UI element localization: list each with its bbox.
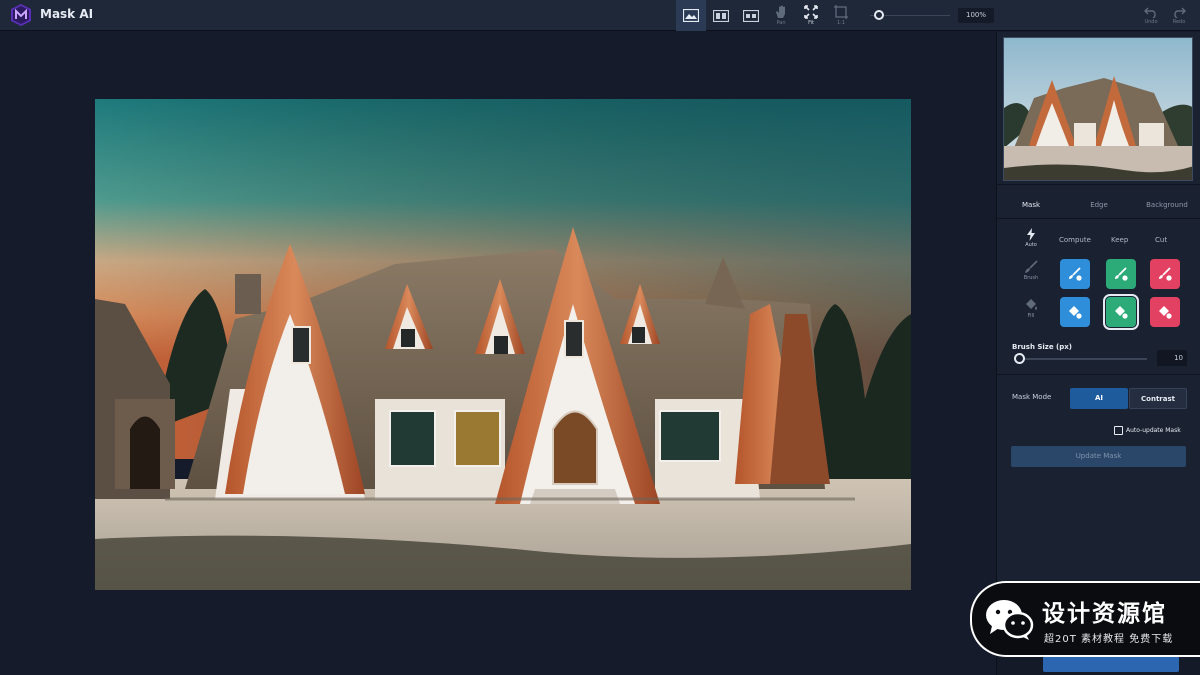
auto-lightning-icon — [1027, 228, 1035, 241]
cut-fill-icon — [1159, 306, 1172, 319]
cut-brush-icon — [1159, 267, 1172, 281]
redo-icon — [1174, 7, 1186, 18]
keep-brush-icon — [1115, 267, 1128, 281]
side-by-side-view-icon — [743, 9, 759, 22]
compute-brush-button[interactable] — [1060, 259, 1090, 289]
zoom-value[interactable]: 100% — [958, 8, 994, 23]
split-view-button[interactable] — [708, 0, 734, 31]
fill-bucket-icon — [1026, 299, 1037, 310]
top-toolbar: Mask AI Pan Fit 1:1 100% Undo Redo — [0, 0, 1200, 31]
save-button[interactable] — [1043, 656, 1179, 672]
navigator-thumbnail-image — [1004, 38, 1192, 180]
mask-ai-logo-icon — [11, 4, 31, 26]
right-panel: Mask Edge Background Compute Keep Cut Au… — [996, 32, 1200, 675]
wechat-logo-icon — [986, 600, 1034, 640]
navigator-preview[interactable] — [1003, 37, 1193, 181]
watermark-title: 设计资源馆 — [1042, 601, 1167, 627]
single-view-button[interactable] — [676, 0, 706, 31]
fit-label: Fit — [808, 20, 814, 26]
mask-mode-contrast-button[interactable]: Contrast — [1129, 388, 1187, 409]
mask-mode-label: Mask Mode — [1012, 393, 1052, 401]
pan-button[interactable]: Pan — [770, 0, 792, 31]
pan-label: Pan — [776, 20, 786, 26]
pan-hand-icon — [776, 5, 785, 18]
redo-label: Redo — [1172, 18, 1186, 25]
undo-button[interactable]: Undo — [1140, 0, 1162, 31]
brush-icon — [1025, 260, 1038, 273]
brush-label: Brush — [1023, 275, 1039, 281]
keep-brush-button[interactable] — [1106, 259, 1136, 289]
column-cut: Cut — [1155, 236, 1168, 244]
column-compute: Compute — [1059, 236, 1091, 244]
fill-row-button[interactable]: Fill — [1021, 298, 1041, 319]
side-by-side-view-button[interactable] — [738, 0, 764, 31]
fit-button[interactable]: Fit — [800, 0, 822, 31]
brush-row-button[interactable]: Brush — [1021, 260, 1041, 281]
undo-icon — [1144, 7, 1156, 18]
app-title: Mask AI — [40, 7, 94, 21]
edited-photo[interactable] — [95, 99, 911, 590]
panel-tabs: Mask Edge Background — [997, 194, 1200, 216]
auto-update-label: Auto-update Mask — [1126, 427, 1181, 434]
keep-fill-icon — [1115, 306, 1128, 319]
image-canvas[interactable] — [0, 32, 996, 675]
single-view-icon — [683, 9, 699, 22]
undo-label: Undo — [1144, 18, 1158, 25]
cut-brush-button[interactable] — [1150, 259, 1180, 289]
compute-fill-icon — [1069, 306, 1082, 319]
column-keep: Keep — [1111, 236, 1129, 244]
brush-size-slider-track[interactable] — [1017, 358, 1147, 360]
tab-background[interactable]: Background — [1133, 194, 1200, 216]
crop-label: 1:1 — [836, 20, 846, 26]
watermark-badge: 设计资源馆 超20T 素材教程 免费下载 — [970, 581, 1200, 657]
redo-button[interactable]: Redo — [1168, 0, 1190, 31]
fill-label: Fill — [1027, 313, 1035, 319]
update-mask-button[interactable]: Update Mask — [1011, 446, 1186, 467]
brush-size-slider-knob[interactable] — [1014, 353, 1025, 364]
crop-icon — [834, 5, 848, 19]
fit-icon — [804, 5, 818, 19]
tab-mask[interactable]: Mask — [997, 194, 1065, 216]
auto-update-checkbox[interactable] — [1114, 426, 1123, 435]
tab-edge[interactable]: Edge — [1065, 194, 1133, 216]
auto-label: Auto — [1025, 242, 1037, 248]
mask-mode-ai-button[interactable]: AI — [1070, 388, 1128, 409]
compute-brush-icon — [1069, 267, 1082, 281]
crop-button[interactable]: 1:1 — [830, 0, 852, 31]
keep-fill-button[interactable] — [1103, 294, 1139, 330]
split-view-icon — [713, 9, 729, 22]
brush-size-input[interactable]: 10 — [1157, 350, 1187, 366]
compute-fill-button[interactable] — [1060, 297, 1090, 327]
castle-photo-image — [95, 99, 911, 590]
auto-row-button[interactable]: Auto — [1021, 228, 1041, 248]
watermark-subtitle: 超20T 素材教程 免费下载 — [1044, 634, 1174, 645]
zoom-slider-knob[interactable] — [874, 10, 884, 20]
cut-fill-button[interactable] — [1150, 297, 1180, 327]
brush-size-label: Brush Size (px) — [1012, 343, 1072, 351]
